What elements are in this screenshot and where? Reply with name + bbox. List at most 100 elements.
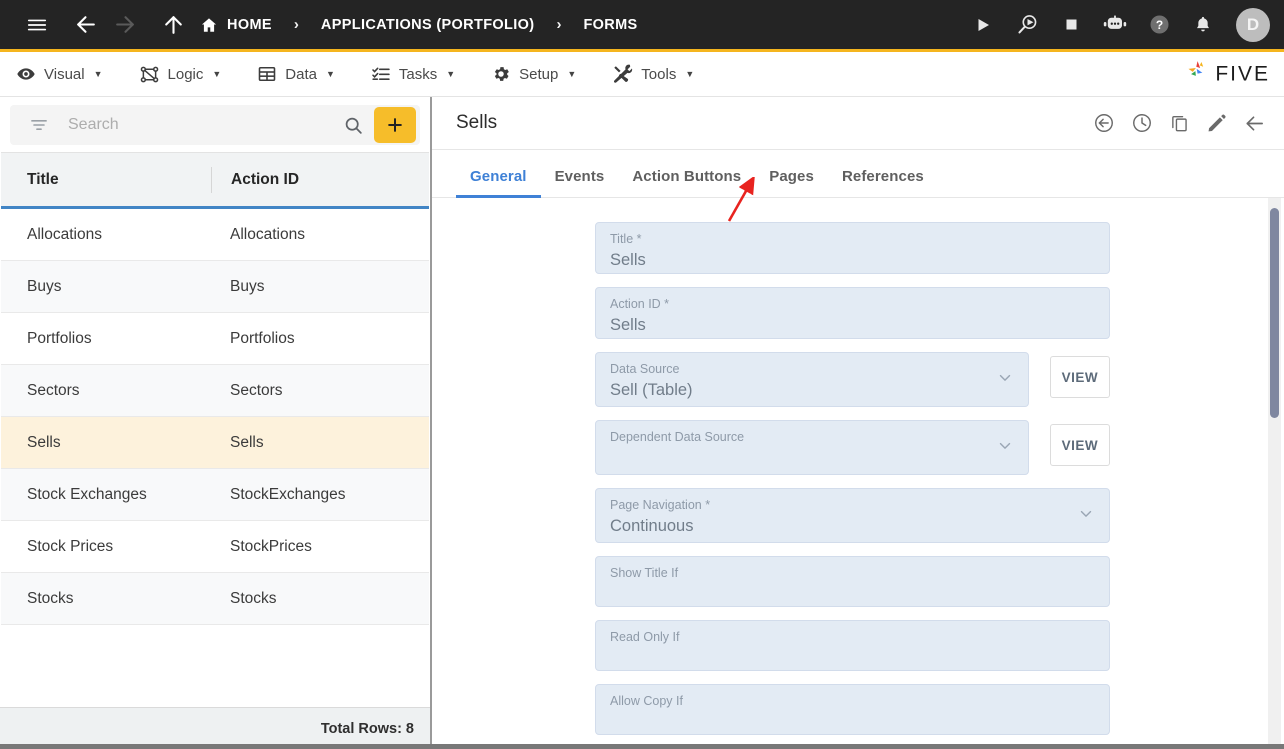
menu-item-logic[interactable]: Logic ▼ xyxy=(139,64,222,85)
chevron-down-icon: ▼ xyxy=(212,69,222,79)
table-row[interactable]: Allocations Allocations xyxy=(1,209,429,261)
grid-header-row: Title Action ID xyxy=(1,153,429,209)
gear-icon xyxy=(491,64,511,84)
breadcrumb-label-applications: APPLICATIONS (PORTFOLIO) xyxy=(320,16,535,33)
revert-icon[interactable] xyxy=(1093,112,1115,134)
application-menu-bar: Visual ▼ Logic ▼ Data ▼ Tasks ▼ Setup ▼ … xyxy=(0,52,1284,97)
show-title-if-field[interactable]: Show Title If xyxy=(595,556,1110,607)
table-row[interactable]: Sectors Sectors xyxy=(1,365,429,417)
main-content-area: Title Action ID Allocations Allocations … xyxy=(0,97,1284,749)
flow-nodes-icon xyxy=(139,64,160,85)
field-row-page-navigation: Page Navigation * Continuous xyxy=(595,488,1110,543)
duplicate-copy-icon[interactable] xyxy=(1169,113,1190,134)
vertical-scrollbar-thumb[interactable] xyxy=(1270,208,1279,418)
cell-action-id: StockExchanges xyxy=(230,485,346,503)
close-back-arrow-icon[interactable] xyxy=(1243,112,1266,135)
menu-item-setup[interactable]: Setup ▼ xyxy=(491,64,576,84)
field-row-data-source: Data Source Sell (Table) VIEW xyxy=(595,352,1110,407)
brand-name: FIVE xyxy=(1215,62,1270,85)
eye-icon xyxy=(16,64,36,84)
hamburger-menu-icon[interactable] xyxy=(20,8,54,42)
read-only-if-field[interactable]: Read Only If xyxy=(595,620,1110,671)
column-header-title[interactable]: Title xyxy=(1,153,211,206)
table-row-selected[interactable]: Sells Sells xyxy=(1,417,429,469)
menu-label-tools: Tools xyxy=(641,65,677,83)
nav-forward-icon[interactable] xyxy=(108,8,142,42)
table-row[interactable]: Stocks Stocks xyxy=(1,573,429,625)
dependent-data-source-select[interactable]: Dependent Data Source xyxy=(595,420,1029,475)
nav-up-icon[interactable] xyxy=(156,8,190,42)
detail-header-actions xyxy=(1093,112,1266,135)
tab-action-buttons[interactable]: Action Buttons xyxy=(618,168,755,197)
title-field[interactable]: Title * Sells xyxy=(595,222,1110,274)
data-source-value: Sell (Table) xyxy=(610,381,693,399)
search-input[interactable] xyxy=(68,116,338,134)
breadcrumb-label-forms: FORMS xyxy=(583,16,638,33)
tab-pages[interactable]: Pages xyxy=(755,168,828,197)
tab-references[interactable]: References xyxy=(828,168,938,197)
table-row[interactable]: Stock Exchanges StockExchanges xyxy=(1,469,429,521)
cell-title: Stocks xyxy=(27,589,74,607)
column-header-action-id[interactable]: Action ID xyxy=(211,166,429,193)
data-source-select[interactable]: Data Source Sell (Table) xyxy=(595,352,1029,407)
data-source-view-button[interactable]: VIEW xyxy=(1049,356,1110,398)
help-icon[interactable]: ? xyxy=(1142,8,1176,42)
robot-assistant-icon[interactable] xyxy=(1098,8,1132,42)
chevron-down-icon: ▼ xyxy=(446,69,456,79)
show-title-if-label: Show Title If xyxy=(610,566,679,580)
breadcrumb-item-forms[interactable]: FORMS xyxy=(583,17,637,33)
table-row[interactable]: Stock Prices StockPrices xyxy=(1,521,429,573)
total-rows-label: Total Rows: 8 xyxy=(0,707,430,749)
tab-general[interactable]: General xyxy=(456,168,541,198)
cell-title: Stock Exchanges xyxy=(27,485,147,503)
menu-item-tasks[interactable]: Tasks ▼ xyxy=(371,64,455,84)
form-detail-panel: Sells General Events Action Buttons Page… xyxy=(432,97,1284,749)
search-icon[interactable] xyxy=(338,110,368,140)
field-row-dependent-data-source: Dependent Data Source VIEW xyxy=(595,420,1110,475)
field-row-show-title-if: Show Title If xyxy=(595,556,1110,607)
menu-label-data: Data xyxy=(285,65,317,83)
cell-title: Sells xyxy=(27,433,61,451)
page-navigation-select[interactable]: Page Navigation * Continuous xyxy=(595,488,1110,543)
menu-label-tasks: Tasks xyxy=(398,65,438,83)
table-row[interactable]: Buys Buys xyxy=(1,261,429,313)
action-id-field-label: Action ID * xyxy=(610,297,670,311)
cell-action-id: Stocks xyxy=(230,589,277,607)
stop-icon[interactable] xyxy=(1054,8,1088,42)
table-row[interactable]: Portfolios Portfolios xyxy=(1,313,429,365)
forms-list-panel: Title Action ID Allocations Allocations … xyxy=(0,97,432,749)
checklist-icon xyxy=(371,64,391,84)
run-icon[interactable] xyxy=(966,8,1000,42)
menu-item-data[interactable]: Data ▼ xyxy=(257,64,335,84)
allow-copy-if-field[interactable]: Allow Copy If xyxy=(595,684,1110,735)
dependent-data-source-view-button[interactable]: VIEW xyxy=(1049,424,1110,466)
add-form-button[interactable] xyxy=(374,107,416,143)
breadcrumb-item-home[interactable]: HOME xyxy=(200,16,272,34)
user-avatar[interactable]: D xyxy=(1236,7,1270,42)
window-bottom-edge xyxy=(0,744,1284,749)
breadcrumb-item-applications[interactable]: APPLICATIONS (PORTFOLIO) xyxy=(321,17,535,33)
cell-title: Buys xyxy=(27,277,62,295)
chevron-down-icon[interactable] xyxy=(1077,504,1095,527)
chevron-down-icon: ▼ xyxy=(93,69,103,79)
chevron-down-icon[interactable] xyxy=(996,436,1014,459)
nav-back-icon[interactable] xyxy=(68,8,102,42)
filter-icon[interactable] xyxy=(24,110,54,140)
notifications-bell-icon[interactable] xyxy=(1186,8,1220,42)
chevron-down-icon[interactable] xyxy=(996,368,1014,391)
allow-copy-if-label: Allow Copy If xyxy=(610,694,683,708)
tab-events[interactable]: Events xyxy=(541,168,619,197)
menu-item-visual[interactable]: Visual ▼ xyxy=(16,64,103,84)
cell-action-id: StockPrices xyxy=(230,537,312,555)
menu-label-visual: Visual xyxy=(44,65,85,83)
edit-pencil-icon[interactable] xyxy=(1206,113,1227,134)
debug-run-icon[interactable] xyxy=(1010,8,1044,42)
forms-grid: Title Action ID Allocations Allocations … xyxy=(1,152,429,707)
menu-item-tools[interactable]: Tools ▼ xyxy=(612,64,694,85)
page-navigation-label: Page Navigation * xyxy=(610,498,711,512)
cell-action-id: Sells xyxy=(230,433,264,451)
cell-action-id: Sectors xyxy=(230,381,283,399)
cell-title: Portfolios xyxy=(27,329,92,347)
action-id-field[interactable]: Action ID * Sells xyxy=(595,287,1110,339)
history-clock-icon[interactable] xyxy=(1131,112,1153,134)
